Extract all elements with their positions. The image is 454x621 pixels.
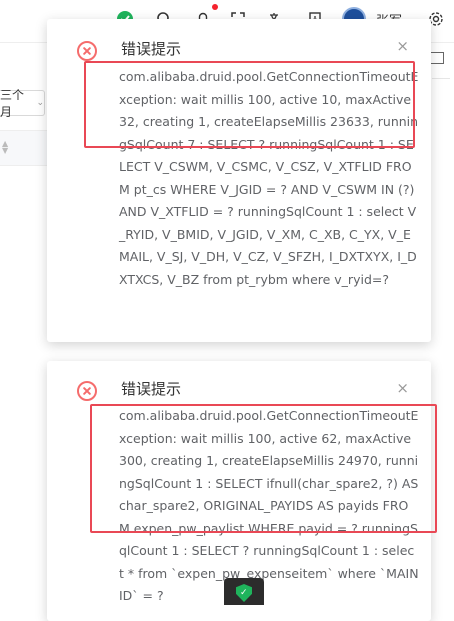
error-icon [77,41,97,61]
toast-message: com.alibaba.druid.pool.GetConnectionTime… [119,408,419,603]
toast-title: 错误提示 [121,40,182,58]
error-icon [77,381,97,401]
month-select-value: 三个月 [0,88,25,119]
check-icon: ✓ [240,588,248,598]
close-icon[interactable]: × [396,37,409,55]
window-icon[interactable] [430,52,444,64]
divider [432,78,450,79]
toast-message: com.alibaba.druid.pool.GetConnectionTime… [119,69,419,287]
sort-icon[interactable]: ▲ ▼ [2,140,8,155]
notification-dot [212,4,218,10]
close-icon[interactable]: × [396,379,409,397]
toast-title: 错误提示 [121,380,182,398]
chevron-down-icon: ⌄ [36,98,44,108]
month-select[interactable]: 三个月 ⌄ [0,88,45,119]
error-toast: 错误提示 × com.alibaba.druid.pool.GetConnect… [47,19,431,342]
